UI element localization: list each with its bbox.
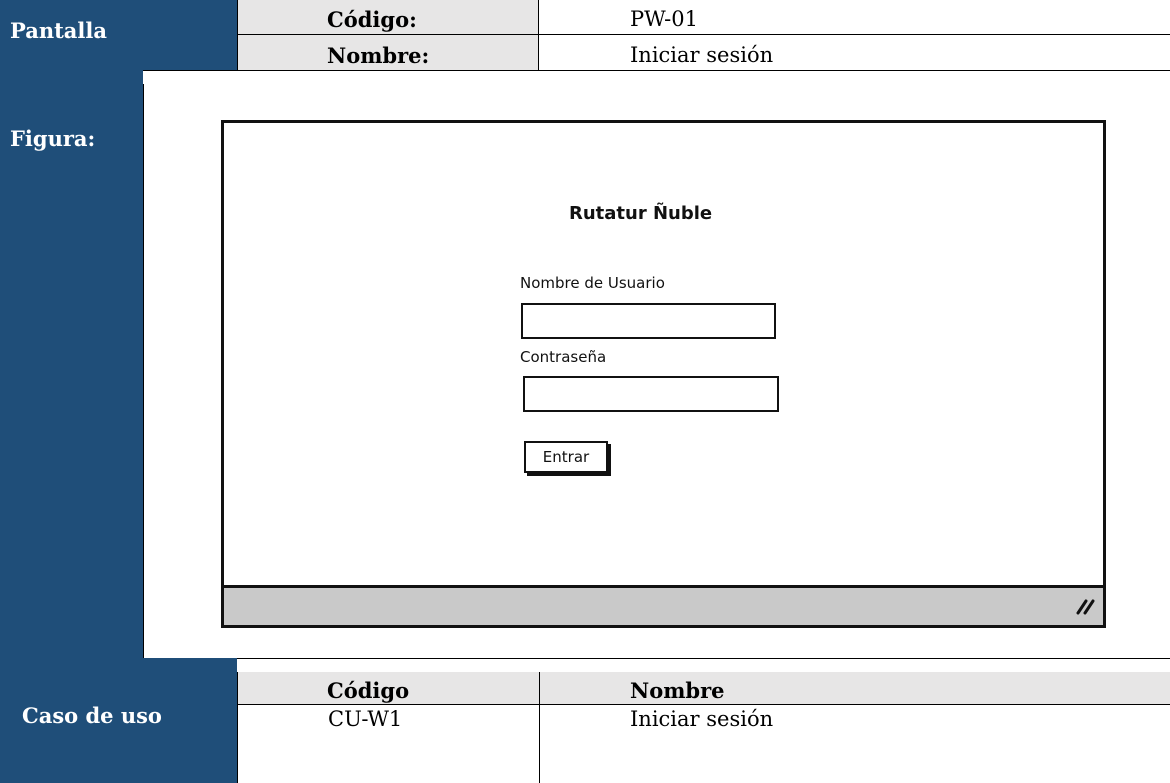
caso-de-uso-label: Caso de uso: [22, 703, 162, 728]
section-divider-navy: [0, 658, 237, 672]
codigo-value: PW-01: [630, 7, 699, 31]
table-row: CU-W1 Iniciar sesión: [237, 705, 1170, 783]
uc-col-codigo-header: Código: [327, 678, 410, 703]
password-label: Contraseña: [520, 348, 607, 366]
nombre-label: Nombre:: [327, 43, 430, 68]
status-bar: [224, 585, 1103, 625]
entrar-button[interactable]: Entrar: [524, 441, 608, 473]
uc-col-nombre-header: Nombre: [630, 678, 725, 703]
login-mockup-window: Rutatur Ñuble Nombre de Usuario Contrase…: [221, 120, 1106, 628]
figura-label-cell: [0, 84, 143, 658]
resize-grip-icon[interactable]: [1075, 595, 1097, 617]
pantalla-label: Pantalla: [10, 18, 107, 43]
app-title: Rutatur Ñuble: [569, 203, 713, 224]
codigo-label: Código:: [327, 7, 417, 32]
username-label: Nombre de Usuario: [520, 274, 665, 292]
uc-codigo-value: CU-W1: [328, 707, 403, 731]
figura-label: Figura:: [10, 126, 96, 151]
password-input[interactable]: [523, 376, 779, 412]
header-divider-white: [143, 70, 1170, 84]
uc-nombre-value: Iniciar sesión: [630, 707, 774, 731]
uc-row-divider: [539, 705, 540, 783]
nombre-value: Iniciar sesión: [630, 43, 774, 67]
username-input[interactable]: [521, 303, 776, 339]
